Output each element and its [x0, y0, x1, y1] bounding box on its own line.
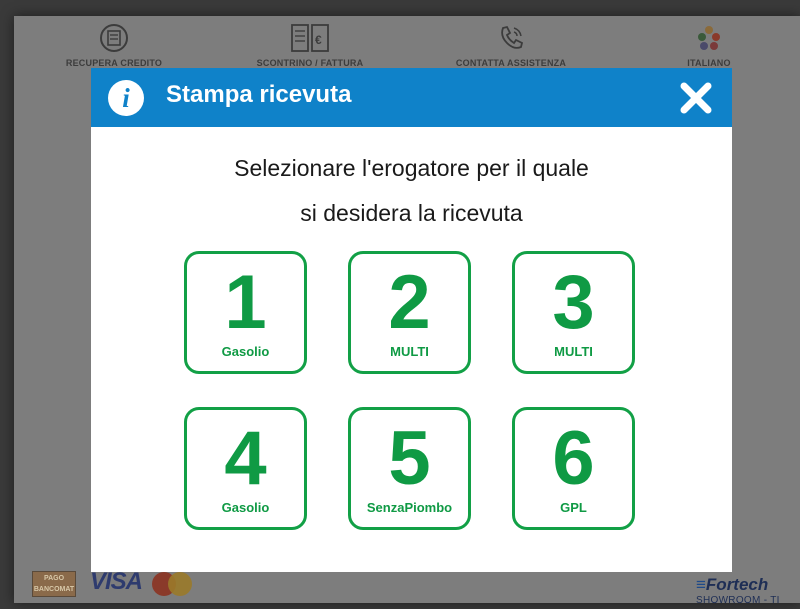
pago-bancomat-logo: PAGO BANCOMAT: [32, 571, 76, 597]
prompt-line-1: Selezionare l'erogatore per il quale: [234, 155, 589, 181]
prompt-line-2: si desidera la ricevuta: [300, 200, 523, 226]
svg-text:€: €: [315, 33, 322, 47]
pump-fuel-label: Gasolio: [221, 344, 270, 359]
dialog-title: Stampa ricevuta: [166, 81, 352, 108]
receipt-invoice-icon: €: [291, 24, 329, 52]
mastercard-logo-right: [168, 572, 192, 596]
menu-label: ITALIANO: [687, 58, 731, 68]
menu-lingua[interactable]: ITALIANO: [674, 22, 744, 68]
menu-contatta-assistenza[interactable]: CONTATTA ASSISTENZA: [446, 22, 576, 68]
bancomat-line1: PAGO: [43, 575, 65, 582]
dialog-prompt: Selezionare l'erogatore per il quale si …: [91, 146, 732, 236]
brand-sub: SHOWROOM - TI: [696, 595, 780, 606]
close-icon: [680, 82, 712, 114]
phone-support-icon: [501, 25, 524, 49]
close-button[interactable]: [679, 81, 713, 115]
pump-fuel-label: MULTI: [390, 344, 429, 359]
credit-recovery-icon: [100, 24, 128, 52]
pump-number: 2: [388, 260, 431, 345]
pump-fuel-label: GPL: [560, 500, 587, 515]
fortech-mark-icon: ≡: [696, 575, 706, 594]
pump-number: 3: [552, 260, 595, 345]
flags-language-icon: [698, 26, 720, 50]
bancomat-line2: BANCOMAT: [33, 586, 75, 593]
pump-button-3[interactable]: 3 MULTI: [512, 251, 635, 374]
fortech-logo: ≡Fortech SHOWROOM - TI: [696, 575, 780, 609]
menu-label: SCONTRINO / FATTURA: [256, 58, 364, 68]
pump-number: 1: [224, 260, 267, 345]
pump-fuel-label: MULTI: [554, 344, 593, 359]
menu-label: RECUPERA CREDITO: [65, 58, 163, 68]
dialog-header: i Stampa ricevuta: [91, 68, 732, 127]
brand-name: Fortech: [705, 575, 769, 594]
pump-button-4[interactable]: 4 Gasolio: [184, 407, 307, 530]
menu-recupera-credito[interactable]: RECUPERA CREDITO: [64, 22, 164, 68]
top-menu-bar: RECUPERA CREDITO € SCONTRINO / FATTURA C…: [14, 16, 800, 76]
pump-button-6[interactable]: 6 GPL: [512, 407, 635, 530]
pump-button-5[interactable]: 5 SenzaPiombo: [348, 407, 471, 530]
menu-label: CONTATTA ASSISTENZA: [455, 58, 567, 68]
pump-button-1[interactable]: 1 Gasolio: [184, 251, 307, 374]
pump-number: 4: [224, 416, 267, 501]
pump-number: 5: [388, 416, 431, 501]
receipt-dialog: i Stampa ricevuta Selezionare l'erogator…: [91, 68, 732, 572]
menu-scontrino-fattura[interactable]: € SCONTRINO / FATTURA: [250, 22, 370, 68]
pump-fuel-label: SenzaPiombo: [366, 500, 453, 515]
pump-fuel-label: Gasolio: [221, 500, 270, 515]
pump-button-2[interactable]: 2 MULTI: [348, 251, 471, 374]
pump-number: 6: [552, 416, 595, 501]
info-icon: i: [108, 80, 144, 116]
visa-logo: VISA: [90, 568, 143, 595]
